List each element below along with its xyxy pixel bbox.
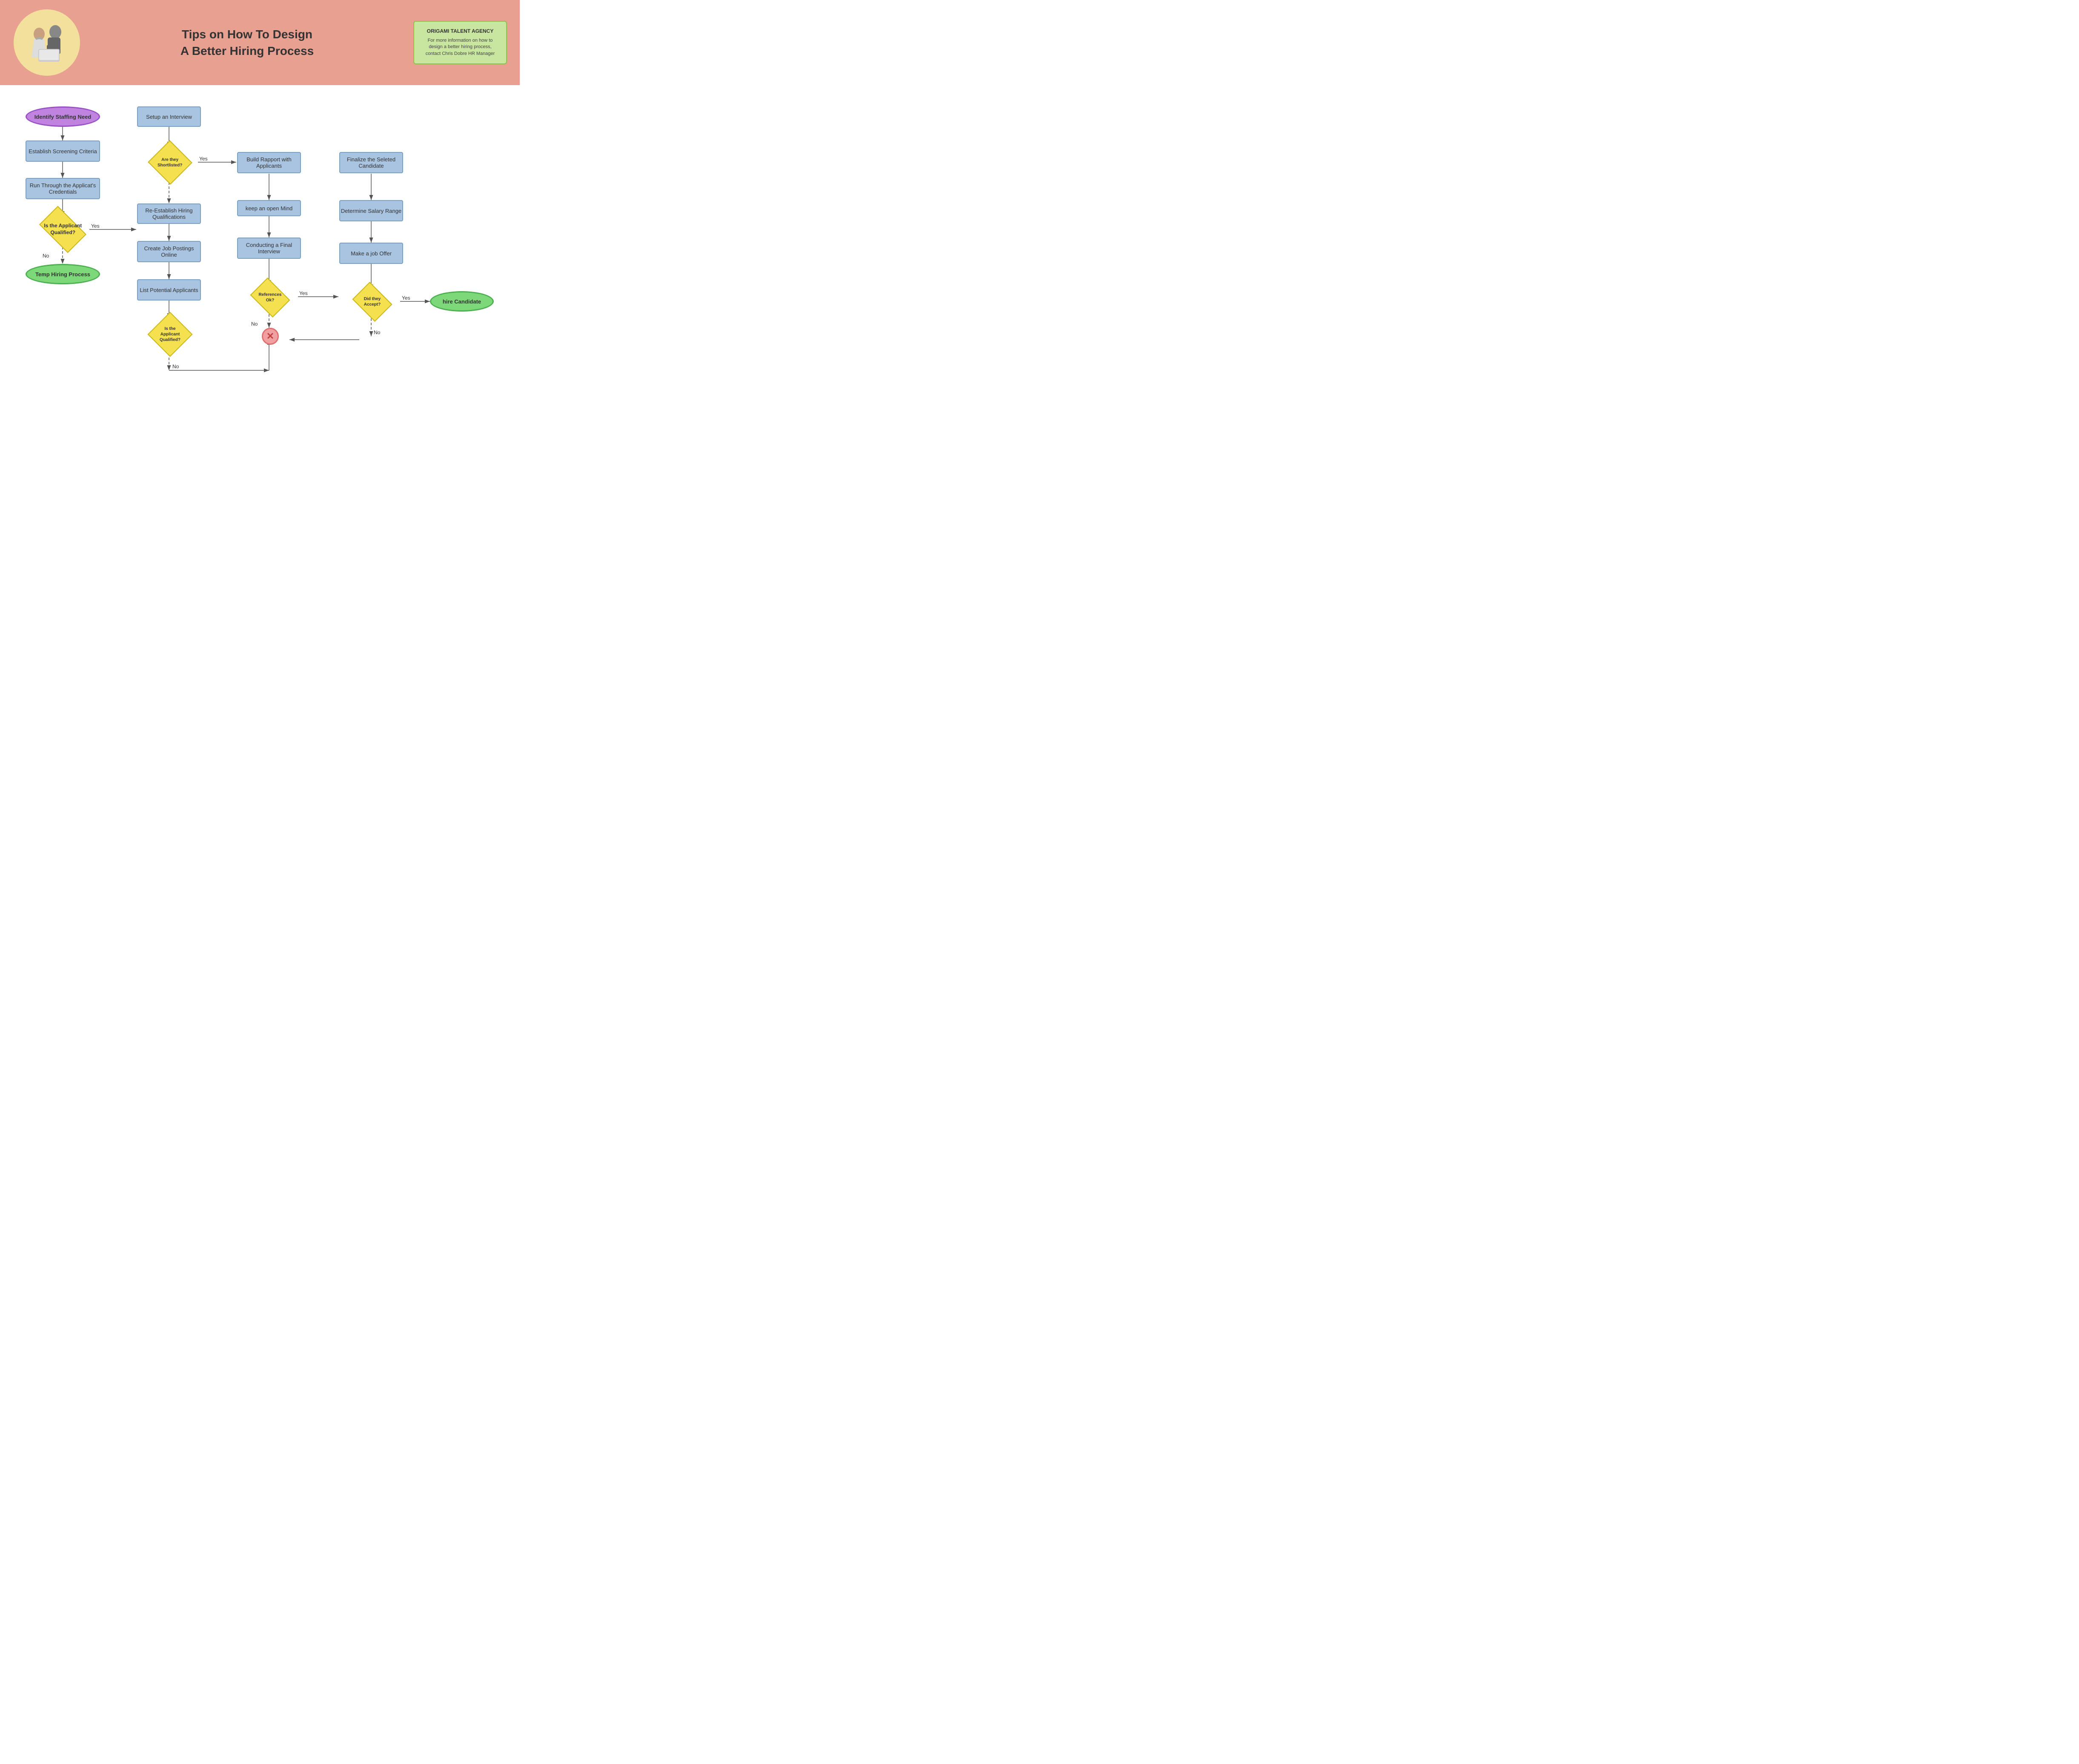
establish-screening-node: Establish Screening Criteria xyxy=(26,140,100,162)
temp-hiring-node: Temp Hiring Process xyxy=(26,264,100,284)
references-ok-diamond: References Ok? xyxy=(250,278,290,318)
header-illustration xyxy=(13,9,81,77)
info-box-title: ORIGAMI TALENT AGENCY xyxy=(423,28,498,34)
re-establish-node: Re-Establish Hiring Qualifications xyxy=(137,203,201,224)
svg-text:Yes: Yes xyxy=(91,223,100,229)
finalize-candidate-node: Finalize the Seleted Candidate xyxy=(339,152,403,173)
info-box-text: For more information on how to design a … xyxy=(423,37,498,57)
setup-interview-node: Setup an Interview xyxy=(137,106,201,127)
conducting-final-node: Conducting a Final Interview xyxy=(237,238,301,259)
svg-text:No: No xyxy=(374,329,381,335)
hire-candidate-node: hire Candidate xyxy=(430,291,494,312)
header-title: Tips on How To Design A Better Hiring Pr… xyxy=(81,26,413,59)
svg-text:Yes: Yes xyxy=(299,290,308,296)
did-accept-diamond: Did they Accept? xyxy=(352,282,392,322)
svg-text:No: No xyxy=(172,364,179,369)
are-shortlisted-diamond: Are they Shortlisted? xyxy=(148,140,192,185)
cross-circle: ✕ xyxy=(262,328,279,345)
svg-text:No: No xyxy=(43,253,49,259)
flowchart: Yes No Yes Yes No xyxy=(0,98,520,468)
identify-staffing-node: Identify Staffing Need xyxy=(26,106,100,127)
is-qualified-2-diamond: Is the Applicant Qualified? xyxy=(147,312,192,357)
determine-salary-node: Determine Salary Range xyxy=(339,200,403,221)
build-rapport-node: Build Rapport with Applicants xyxy=(237,152,301,173)
make-offer-node: Make a job Offer xyxy=(339,243,403,264)
svg-text:Yes: Yes xyxy=(402,295,410,301)
info-box: ORIGAMI TALENT AGENCY For more informati… xyxy=(413,21,507,64)
keep-open-mind-node: keep an open Mind xyxy=(237,200,301,216)
svg-text:No: No xyxy=(251,321,258,327)
header: Tips on How To Design A Better Hiring Pr… xyxy=(0,0,520,85)
run-through-node: Run Through the Applicat's Credentials xyxy=(26,178,100,199)
create-postings-node: Create Job Postings Online xyxy=(137,241,201,262)
list-applicants-node: List Potential Applicants xyxy=(137,279,201,301)
is-qualified-1-diamond: Is the Applicant Qualified? xyxy=(39,206,86,253)
svg-text:Yes: Yes xyxy=(199,156,208,162)
header-title-area: Tips on How To Design A Better Hiring Pr… xyxy=(81,26,413,59)
